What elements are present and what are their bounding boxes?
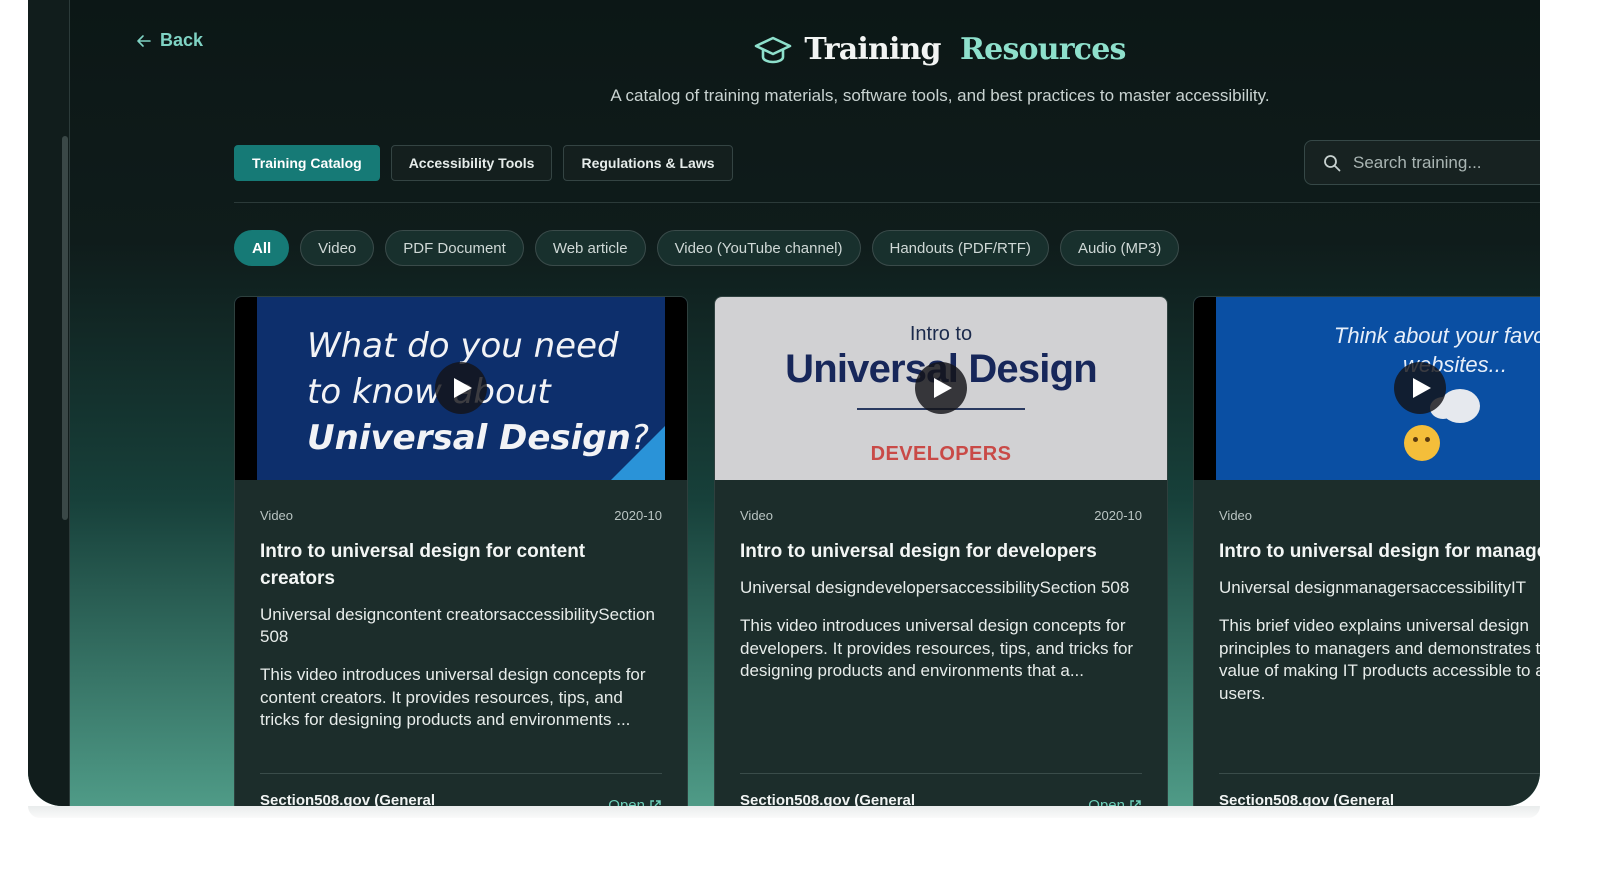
card-divider — [260, 773, 662, 774]
tab-training-catalog[interactable]: Training Catalog — [234, 145, 380, 181]
tab-bar: Training Catalog Accessibility Tools Reg… — [234, 145, 733, 181]
resource-date: 2020-10 — [614, 508, 662, 523]
page-subtitle: A catalog of training materials, softwar… — [610, 86, 1270, 105]
filter-video[interactable]: Video — [300, 230, 375, 266]
card-description: This video introduces universal design c… — [260, 665, 646, 729]
resource-card[interactable]: Think about your favorite websites... Vi… — [1193, 296, 1540, 806]
thumbnail-subheading: DEVELOPERS — [870, 443, 1012, 465]
card-tags: Universal designdevelopersaccessibilityS… — [740, 578, 1130, 597]
scrollbar-thumb[interactable] — [62, 136, 68, 520]
play-icon — [454, 378, 472, 398]
tab-regulations-laws[interactable]: Regulations & Laws — [563, 145, 733, 181]
play-button[interactable] — [435, 362, 487, 414]
card-tags: Universal designmanagersaccessibilityIT — [1219, 578, 1527, 597]
filter-all[interactable]: All — [234, 230, 290, 266]
card-tags: Universal designcontent creatorsaccessib… — [260, 605, 655, 646]
card-description: This brief video explains universal desi… — [1219, 616, 1540, 703]
resource-type: Video — [740, 508, 774, 523]
video-thumbnail[interactable]: What do you need to know about Universal… — [235, 297, 687, 480]
external-link-icon — [650, 800, 661, 806]
card-source: Section508.gov (General — [1219, 792, 1395, 806]
graduation-cap-icon — [755, 36, 792, 63]
tab-accessibility-tools[interactable]: Accessibility Tools — [390, 145, 553, 181]
filter-handouts[interactable]: Handouts (PDF/RTF) — [871, 230, 1049, 266]
filter-youtube-channel[interactable]: Video (YouTube channel) — [656, 230, 861, 266]
card-title: Intro to universal design for content cr… — [260, 541, 586, 589]
filter-pdf-document[interactable]: PDF Document — [385, 230, 524, 266]
resource-date: 2020-10 — [1094, 508, 1142, 523]
play-button[interactable] — [1394, 362, 1446, 414]
video-thumbnail[interactable]: Think about your favorite websites... — [1194, 297, 1540, 480]
card-title: Intro to universal design for developers — [740, 541, 1097, 562]
open-link[interactable]: Open — [608, 797, 662, 806]
window-shadow — [28, 806, 1540, 818]
card-divider — [1219, 773, 1540, 774]
title-main: Training — [804, 32, 941, 67]
search-box — [1304, 140, 1540, 185]
search-icon — [1324, 154, 1341, 171]
play-icon — [1413, 378, 1431, 398]
page-title: Training Resources — [28, 32, 1540, 67]
app-window: Back Training Resources A catalog of tra… — [28, 0, 1540, 806]
open-link[interactable]: Open — [1088, 797, 1142, 806]
resource-type: Video — [260, 508, 294, 523]
title-accent: Resources — [960, 32, 1126, 67]
resource-card[interactable]: What do you need to know about Universal… — [234, 296, 688, 806]
filter-web-article[interactable]: Web article — [534, 230, 646, 266]
card-source: Section508.gov (General — [260, 792, 436, 806]
video-thumbnail[interactable]: Intro to Universal Design DEVELOPERS — [715, 297, 1167, 480]
filter-audio[interactable]: Audio (MP3) — [1059, 230, 1180, 266]
search-input[interactable] — [1353, 152, 1540, 173]
filter-chips: All Video PDF Document Web article Video… — [234, 230, 1180, 266]
play-button[interactable] — [915, 362, 967, 414]
thinking-face-icon — [1404, 425, 1440, 461]
header-divider — [234, 202, 1540, 203]
resource-type: Video — [1219, 508, 1253, 523]
play-icon — [934, 378, 952, 398]
resource-card[interactable]: Intro to Universal Design DEVELOPERS Vid… — [714, 296, 1168, 806]
card-divider — [740, 773, 1142, 774]
external-link-icon — [1130, 800, 1141, 806]
card-source: Section508.gov (General — [740, 792, 916, 806]
thumbnail-text: Intro to — [909, 323, 973, 345]
card-description: This video introduces universal design c… — [740, 616, 1134, 680]
card-title: Intro to universal design for managers — [1219, 541, 1540, 562]
